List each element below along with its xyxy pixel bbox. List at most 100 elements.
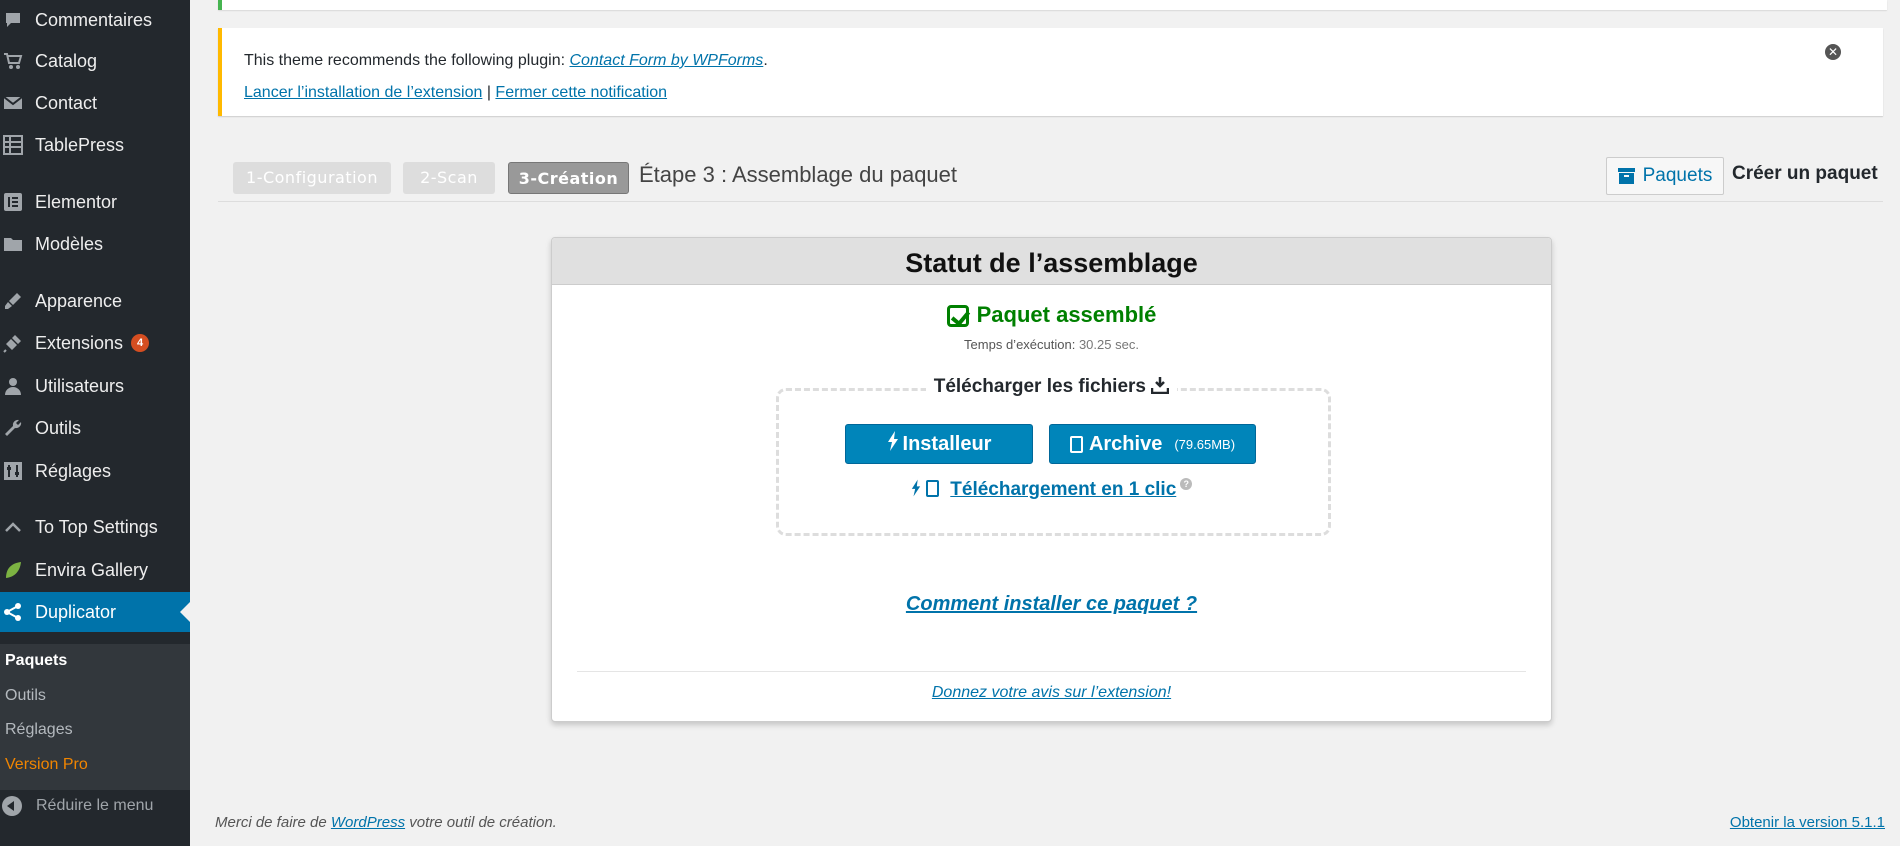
notice-actions: Lancer l’installation de l’extension | F… [244, 84, 667, 102]
check-square-icon [946, 305, 969, 327]
submenu-tools[interactable]: Outils [5, 687, 46, 705]
exec-time-label: Temps d’exécution: [964, 337, 1076, 352]
build-status-panel: Statut de l’assemblage Paquet assemblé T… [551, 237, 1552, 722]
step-configuration: 1-Configuration [233, 162, 391, 194]
table-icon [2, 134, 24, 156]
folder-icon [2, 233, 24, 255]
menu-item-appearance[interactable]: Apparence [0, 281, 190, 321]
menu-item-templates[interactable]: Modèles [0, 224, 190, 264]
notice-message: This theme recommends the following plug… [244, 52, 768, 70]
plugin-recommendation-notice: This theme recommends the following plug… [218, 28, 1883, 116]
menu-item-duplicator[interactable]: Duplicator [0, 592, 190, 632]
archive-button-label: Archive [1088, 432, 1163, 455]
footer-suffix: votre outil de création. [405, 814, 557, 831]
share-icon [2, 601, 24, 623]
update-count-badge: 4 [131, 334, 150, 352]
download-files-legend: Télécharger les fichiers [552, 376, 1551, 398]
close-icon[interactable]: ✕ [1825, 44, 1841, 60]
panel-divider [577, 671, 1526, 672]
wrench-icon [2, 417, 24, 439]
menu-item-extensions[interactable]: Extensions 4 [0, 323, 190, 363]
menu-label: To Top Settings [35, 516, 158, 537]
create-package-link[interactable]: Créer un paquet [1732, 163, 1878, 185]
file-archive-icon [1069, 435, 1083, 453]
collapse-arrow-icon [2, 796, 22, 816]
help-icon[interactable]: ? [1180, 478, 1193, 490]
get-version-link[interactable]: Obtenir la version 5.1.1 [1730, 814, 1885, 831]
menu-label: Envira Gallery [35, 559, 149, 580]
step-creation: 3-Création [508, 162, 629, 194]
installer-download-button[interactable]: Installeur [845, 424, 1033, 464]
notice-text: This theme recommends the following plug… [244, 52, 570, 69]
elementor-icon [2, 191, 24, 213]
package-built-status: Paquet assemblé [552, 302, 1551, 328]
one-click-icons [911, 479, 951, 500]
menu-item-users[interactable]: Utilisateurs [0, 366, 190, 406]
feedback-row: Donnez votre avis sur l’extension! [552, 684, 1551, 702]
footer-thanks: Merci de faire de WordPress votre outil … [215, 814, 557, 831]
mail-icon [2, 92, 24, 114]
bolt-icon [911, 479, 921, 500]
packages-button-label: Paquets [1642, 165, 1713, 186]
menu-label: Duplicator [35, 601, 117, 622]
download-legend-text: Télécharger les fichiers [933, 376, 1146, 397]
collapse-menu-label: Réduire le menu [36, 797, 154, 814]
menu-item-envira-gallery[interactable]: Envira Gallery [0, 550, 190, 590]
status-text: Paquet assemblé [976, 302, 1157, 327]
install-plugin-link[interactable]: Lancer l’installation de l’extension [244, 84, 482, 101]
step-title: Étape 3 : Assemblage du paquet [639, 162, 958, 187]
header-divider [218, 201, 1883, 202]
chevron-up-icon [2, 516, 24, 538]
wordpress-link[interactable]: WordPress [331, 814, 405, 831]
notice-period: . [763, 52, 768, 69]
menu-label: TablePress [35, 134, 125, 155]
brush-icon [2, 290, 24, 312]
packages-button[interactable]: Paquets [1606, 157, 1724, 195]
plugin-icon [2, 332, 24, 354]
menu-label: Extensions [35, 332, 124, 353]
leaf-icon [2, 559, 24, 581]
menu-item-settings[interactable]: Réglages [0, 451, 190, 491]
success-notice [218, 0, 1887, 10]
menu-item-comments[interactable]: Commentaires [0, 0, 190, 40]
how-to-install-link[interactable]: Comment installer ce paquet ? [906, 593, 1197, 615]
footer-version: Obtenir la version 5.1.1 [1730, 814, 1885, 831]
menu-label: Catalog [35, 50, 98, 71]
submenu-settings[interactable]: Réglages [5, 721, 73, 739]
cart-icon [2, 50, 24, 72]
user-icon [2, 375, 24, 397]
menu-label: Réglages [35, 460, 112, 481]
dismiss-notice-link[interactable]: Fermer cette notification [495, 84, 667, 101]
plugin-link[interactable]: Contact Form by WPForms [570, 52, 764, 69]
archive-size: (79.65MB) [1174, 436, 1236, 452]
menu-label: Modèles [35, 233, 104, 254]
menu-label: Commentaires [35, 9, 153, 30]
footer-prefix: Merci de faire de [215, 814, 331, 831]
menu-item-tools[interactable]: Outils [0, 408, 190, 448]
feedback-link[interactable]: Donnez votre avis sur l’extension! [932, 684, 1171, 701]
archive-download-button[interactable]: Archive (79.65MB) [1049, 424, 1256, 464]
sliders-icon [2, 460, 24, 482]
submenu-packages[interactable]: Paquets [5, 652, 67, 670]
menu-label: Utilisateurs [35, 375, 125, 396]
collapse-menu-button[interactable]: Réduire le menu [0, 796, 153, 816]
archive-box-icon [1617, 168, 1635, 184]
submenu-pro-version[interactable]: Version Pro [5, 756, 88, 774]
menu-item-contact[interactable]: Contact [0, 83, 190, 123]
menu-label: Apparence [35, 290, 123, 311]
menu-label: Contact [35, 92, 98, 113]
menu-item-elementor[interactable]: Elementor [0, 182, 190, 222]
panel-title: Statut de l’assemblage [552, 238, 1551, 285]
download-icon [1151, 376, 1170, 396]
menu-item-tablepress[interactable]: TablePress [0, 125, 190, 165]
menu-label: Elementor [35, 191, 118, 212]
notice-separator: | [482, 84, 496, 101]
one-click-download-link[interactable]: Téléchargement en 1 clic [950, 479, 1176, 500]
bolt-icon [887, 431, 899, 457]
menu-item-catalog[interactable]: Catalog [0, 41, 190, 81]
how-to-install-row: Comment installer ce paquet ? [552, 593, 1551, 616]
menu-label: Outils [35, 417, 82, 438]
menu-item-to-top-settings[interactable]: To Top Settings [0, 507, 190, 547]
comment-icon [2, 9, 24, 31]
step-scan: 2-Scan [403, 162, 495, 194]
